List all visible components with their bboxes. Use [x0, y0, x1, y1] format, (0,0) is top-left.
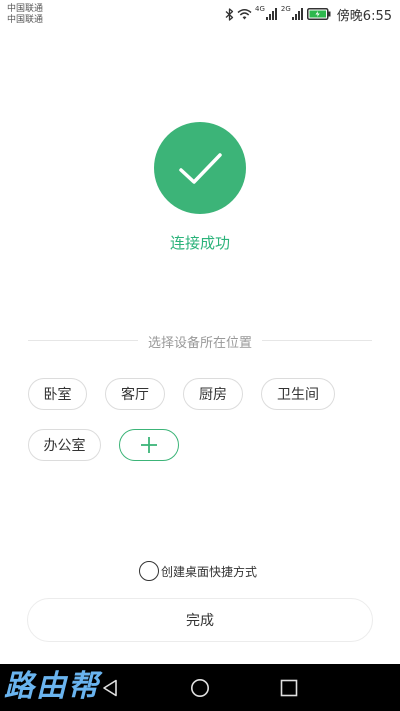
signal-icon — [291, 8, 304, 20]
room-chip-kitchen[interactable]: 厨房 — [183, 378, 243, 410]
home-icon — [191, 678, 209, 697]
plus-icon — [141, 437, 157, 453]
add-room-button[interactable] — [119, 429, 179, 461]
create-shortcut-label: 创建桌面快捷方式 — [161, 564, 258, 579]
room-chip-bathroom[interactable]: 卫生间 — [261, 378, 335, 410]
room-chip-office[interactable]: 办公室 — [28, 429, 101, 461]
carrier-label-2: 中国联通 — [7, 15, 44, 25]
recent-apps-icon — [280, 679, 298, 696]
location-section-heading: 选择设备所在位置 — [147, 336, 252, 351]
network-type-label-2: 2G — [280, 5, 291, 13]
wifi-icon — [237, 8, 252, 20]
check-icon — [179, 153, 222, 184]
status-icons: 4G 2G 傍晚6:55 — [225, 5, 392, 24]
signal-icon — [265, 8, 278, 20]
success-indicator — [154, 122, 246, 214]
watermark-logo: 路由帮 — [4, 669, 100, 704]
create-shortcut-option[interactable]: 创建桌面快捷方式 — [139, 561, 257, 581]
battery-icon — [306, 8, 331, 20]
carrier-label-1: 中国联通 — [7, 4, 44, 14]
create-shortcut-checkbox[interactable] — [139, 561, 159, 581]
status-time: 傍晚6:55 — [336, 8, 392, 24]
network-type-label-1: 4G — [255, 5, 265, 13]
status-bar: 中国联通 中国联通 4G 2G 傍晚6:55 — [0, 0, 400, 28]
bluetooth-icon — [225, 7, 234, 21]
home-button[interactable] — [172, 664, 228, 711]
room-chip-bedroom[interactable]: 卧室 — [28, 378, 87, 410]
connection-success-message: 连接成功 — [169, 234, 230, 252]
done-button[interactable]: 完成 — [27, 598, 373, 642]
back-icon — [103, 679, 117, 696]
recent-apps-button[interactable] — [261, 664, 317, 711]
room-chip-living-room[interactable]: 客厅 — [105, 378, 165, 410]
